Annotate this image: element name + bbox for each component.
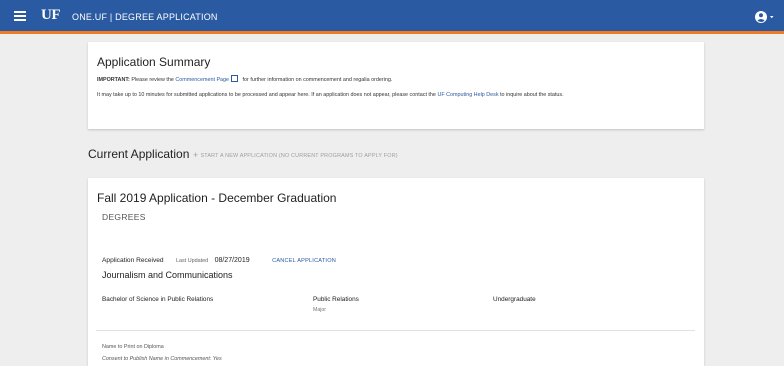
degrees-section-label: DEGREES [102,212,146,222]
important-notice: IMPORTANT: Please review the Commencemen… [97,75,696,84]
commencement-page-link[interactable]: Commencement Page [175,77,229,83]
diploma-name-label: Name to Print on Diploma [102,344,164,350]
important-text-pre: Please review the [131,77,174,83]
major-label: Major [313,307,326,313]
last-updated-label: Last Updated [176,258,209,264]
start-new-application-button: + START A NEW APPLICATION (NO CURRENT PRO… [193,150,398,160]
note-text-pre: It may take up to 10 minutes for submitt… [97,92,436,98]
degree-name: Bachelor of Science in Public Relations [102,296,214,303]
major-name: Public Relations [313,296,359,303]
uf-logo[interactable]: UF [41,7,61,24]
last-updated-date: 08/27/2019 [214,257,250,264]
account-menu-button[interactable] [755,10,777,24]
important-label: IMPORTANT: [97,77,130,83]
processing-note: It may take up to 10 minutes for submitt… [97,91,696,99]
application-status-row: Application Received Last Updated 08/27/… [102,249,336,267]
help-desk-link[interactable]: UF Computing Help Desk [437,92,498,98]
chevron-down-icon [770,16,774,19]
application-title: Fall 2019 Application - December Graduat… [97,191,337,205]
summary-title: Application Summary [97,55,211,69]
section-divider [96,330,695,331]
application-status: Application Received [102,257,164,264]
degree-level: Undergraduate [493,296,536,303]
note-text-post: to inquire about the status. [500,92,564,98]
top-app-bar: UF ONE.UF | DEGREE APPLICATION [0,0,784,34]
hamburger-menu-icon[interactable] [14,11,26,21]
cancel-application-button[interactable]: CANCEL APPLICATION [272,258,336,264]
application-summary-card: Application Summary IMPORTANT: Please re… [88,42,704,129]
commencement-consent: Consent to Publish Name in Commencement:… [102,356,222,362]
start-new-label: START A NEW APPLICATION (NO CURRENT PROG… [200,153,398,159]
important-text-post: for further information on commencement … [242,77,393,83]
current-application-heading: Current Application [88,147,190,161]
current-application-card: Fall 2019 Application - December Graduat… [88,178,704,366]
plus-icon: + [193,150,199,160]
app-title: ONE.UF | DEGREE APPLICATION [72,12,218,22]
college-name: Journalism and Communications [102,270,233,280]
account-circle-icon [755,11,774,23]
external-link-icon[interactable] [231,75,239,82]
